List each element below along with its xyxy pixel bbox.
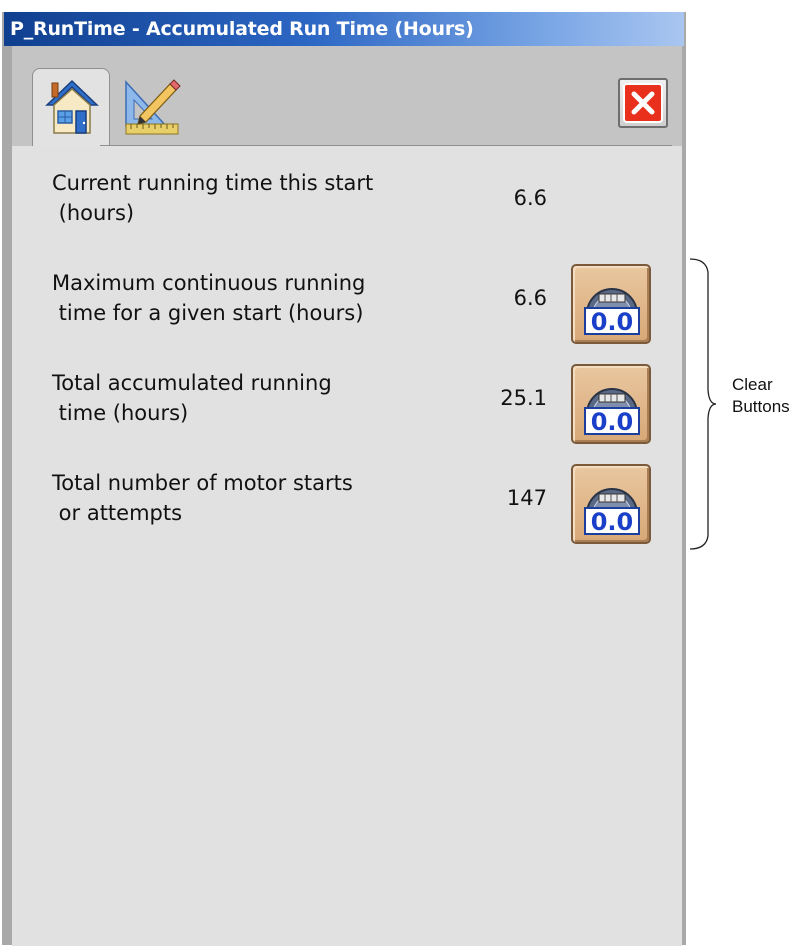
faceplate-window: P_RunTime - Accumulated Run Time (Hours) bbox=[2, 12, 686, 946]
reset-gauge-icon: 0.0 bbox=[584, 388, 640, 436]
total-accumulated-run-time-label: Total accumulated running time (hours) bbox=[52, 371, 332, 425]
clear-buttons-annotation: Clear Buttons bbox=[732, 374, 790, 418]
tab-engineering[interactable] bbox=[112, 68, 190, 146]
tab-toolbar bbox=[12, 46, 682, 146]
current-run-time-value: 6.6 bbox=[513, 186, 547, 210]
close-button[interactable] bbox=[618, 78, 668, 128]
content-panel: Current running time this start (hours) … bbox=[12, 146, 682, 946]
clear-max-run-time-button[interactable]: 0.0 bbox=[571, 264, 651, 344]
max-continuous-run-time-label: Maximum continuous running time for a gi… bbox=[52, 271, 366, 325]
row-max-continuous-run-time: Maximum continuous running time for a gi… bbox=[12, 264, 682, 348]
row-current-run-time: Current running time this start (hours) … bbox=[12, 168, 682, 248]
clear-buttons-brace bbox=[689, 258, 717, 550]
annotation-line-2: Buttons bbox=[732, 397, 790, 416]
clear-button-text: 0.0 bbox=[591, 508, 634, 536]
current-run-time-label: Current running time this start (hours) bbox=[52, 171, 374, 225]
total-accumulated-run-time-value: 25.1 bbox=[500, 386, 547, 410]
clear-button-text: 0.0 bbox=[591, 408, 634, 436]
clear-button-text: 0.0 bbox=[591, 308, 634, 336]
engineering-icon bbox=[125, 79, 181, 135]
clear-motor-starts-button[interactable]: 0.0 bbox=[571, 464, 651, 544]
annotation-line-1: Clear bbox=[732, 375, 773, 394]
tab-home[interactable] bbox=[32, 68, 110, 146]
row-total-accumulated-run-time: Total accumulated running time (hours) 2… bbox=[12, 364, 682, 448]
reset-gauge-icon: 0.0 bbox=[584, 288, 640, 336]
close-icon bbox=[623, 83, 663, 123]
home-icon bbox=[45, 79, 99, 134]
clear-total-run-time-button[interactable]: 0.0 bbox=[571, 364, 651, 444]
total-motor-starts-label: Total number of motor starts or attempts bbox=[52, 471, 353, 525]
max-continuous-run-time-value: 6.6 bbox=[513, 286, 547, 310]
reset-gauge-icon: 0.0 bbox=[584, 488, 640, 536]
window-title: P_RunTime - Accumulated Run Time (Hours) bbox=[4, 12, 684, 46]
row-total-motor-starts: Total number of motor starts or attempts… bbox=[12, 464, 682, 548]
total-motor-starts-value: 147 bbox=[506, 486, 547, 510]
